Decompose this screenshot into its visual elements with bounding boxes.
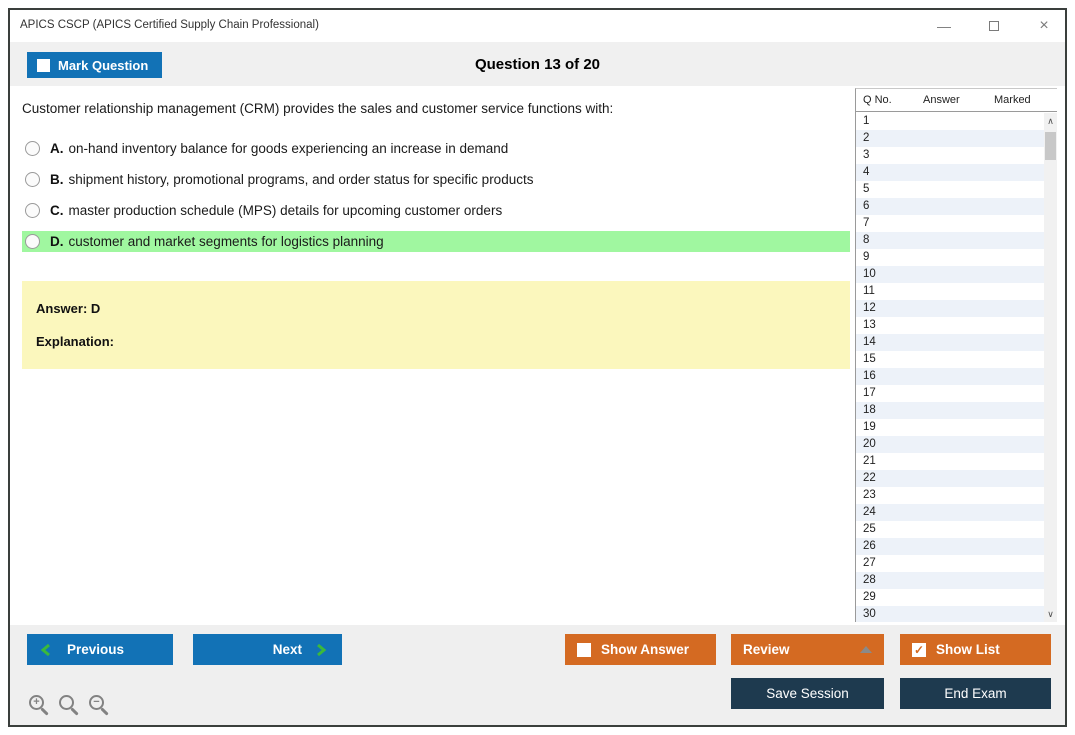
question-list-row[interactable]: 21	[856, 453, 1044, 470]
question-list-row[interactable]: 28	[856, 572, 1044, 589]
save-session-button[interactable]: Save Session	[731, 678, 884, 709]
question-list-row[interactable]: 6	[856, 198, 1044, 215]
show-list-button[interactable]: ✓ Show List	[900, 634, 1051, 665]
show-answer-label: Show Answer	[601, 642, 690, 657]
next-button[interactable]: Next	[193, 634, 342, 665]
header-qno: Q No.	[863, 94, 892, 106]
question-list-row[interactable]: 17	[856, 385, 1044, 402]
question-list-row[interactable]: 12	[856, 300, 1044, 317]
header-marked: Marked	[994, 94, 1031, 106]
question-list-row[interactable]: 7	[856, 215, 1044, 232]
footer-bar: Previous Next Show Answer Review ✓ Show …	[10, 625, 1065, 725]
question-list-row[interactable]: 10	[856, 266, 1044, 283]
maximize-icon[interactable]	[987, 19, 1001, 33]
end-exam-label: End Exam	[944, 686, 1007, 701]
window-title: APICS CSCP (APICS Certified Supply Chain…	[20, 19, 319, 31]
option-letter: D.	[50, 234, 64, 249]
radio-icon[interactable]	[25, 234, 40, 249]
app-window: APICS CSCP (APICS Certified Supply Chain…	[8, 8, 1067, 727]
chevron-right-icon	[317, 643, 326, 656]
scrollbar-thumb[interactable]	[1045, 132, 1056, 160]
chevron-left-icon	[41, 643, 50, 656]
option-text: on-hand inventory balance for goods expe…	[68, 141, 509, 156]
toolbar: Question 13 of 20 Mark Question	[10, 42, 1065, 86]
question-list-row[interactable]: 15	[856, 351, 1044, 368]
end-exam-button[interactable]: End Exam	[900, 678, 1051, 709]
zoom-tools: + −	[29, 695, 110, 716]
answer-box: Answer: D Explanation:	[22, 281, 850, 369]
option-letter: B.	[50, 172, 64, 187]
question-text: Customer relationship management (CRM) p…	[22, 101, 614, 116]
question-list-row[interactable]: 18	[856, 402, 1044, 419]
explanation-label: Explanation:	[36, 334, 115, 349]
radio-icon[interactable]	[25, 203, 40, 218]
zoom-in-icon[interactable]: +	[29, 695, 50, 716]
option-b[interactable]: B. shipment history, promotional programs…	[22, 169, 850, 190]
question-list-row[interactable]: 13	[856, 317, 1044, 334]
zoom-out-icon[interactable]: −	[89, 695, 110, 716]
question-list-row[interactable]: 24	[856, 504, 1044, 521]
question-list-row[interactable]: 9	[856, 249, 1044, 266]
chevron-up-icon	[860, 646, 872, 653]
scroll-down-icon[interactable]: ∨	[1044, 606, 1057, 622]
review-button[interactable]: Review	[731, 634, 884, 665]
question-list-row[interactable]: 4	[856, 164, 1044, 181]
option-text: master production schedule (MPS) details…	[68, 203, 503, 218]
question-list-header: Q No. Answer Marked	[856, 89, 1057, 112]
option-letter: C.	[50, 203, 64, 218]
screen: APICS CSCP (APICS Certified Supply Chain…	[0, 0, 1075, 735]
radio-icon[interactable]	[25, 172, 40, 187]
option-letter: A.	[50, 141, 64, 156]
question-list-row[interactable]: 19	[856, 419, 1044, 436]
question-list-row[interactable]: 29	[856, 589, 1044, 606]
question-list-row[interactable]: 3	[856, 147, 1044, 164]
minimize-icon[interactable]: —	[937, 18, 951, 34]
question-list-row[interactable]: 2	[856, 130, 1044, 147]
save-session-label: Save Session	[766, 686, 849, 701]
question-list-panel: Q No. Answer Marked 1 2 3 4 5 6 7 8 9 10 11 12 13 14 1…	[855, 88, 1057, 622]
options-list: A. on-hand inventory balance for goods ex…	[22, 138, 850, 262]
next-label: Next	[272, 642, 302, 657]
scroll-up-icon[interactable]: ∧	[1044, 113, 1057, 129]
header-answer: Answer	[923, 94, 960, 106]
review-label: Review	[743, 642, 790, 657]
show-list-label: Show List	[936, 642, 1000, 657]
mark-question-button[interactable]: Mark Question	[27, 52, 163, 78]
mark-question-label: Mark Question	[58, 57, 149, 73]
answer-label: Answer: D	[36, 301, 101, 316]
mark-question-checkbox-icon	[37, 58, 50, 72]
question-list-row[interactable]: 8	[856, 232, 1044, 249]
show-answer-button[interactable]: Show Answer	[565, 634, 716, 665]
question-list-scrollbar[interactable]: ∧ ∨	[1044, 113, 1057, 622]
question-list-row[interactable]: 27	[856, 555, 1044, 572]
question-list-row[interactable]: 26	[856, 538, 1044, 555]
question-counter: Question 13 of 20	[474, 55, 601, 73]
close-icon[interactable]: ×	[1037, 17, 1051, 34]
previous-label: Previous	[67, 642, 125, 657]
show-list-checkbox-icon: ✓	[912, 642, 926, 657]
show-answer-checkbox-icon	[577, 642, 591, 657]
question-list-row[interactable]: 22	[856, 470, 1044, 487]
content-area: Customer relationship management (CRM) p…	[10, 86, 1065, 625]
previous-button[interactable]: Previous	[27, 634, 173, 665]
option-c[interactable]: C. master production schedule (MPS) detai…	[22, 200, 850, 221]
question-list-row[interactable]: 25	[856, 521, 1044, 538]
option-d[interactable]: D. customer and market segments for logis…	[22, 231, 850, 252]
zoom-icon[interactable]	[59, 695, 80, 716]
window-controls: — ×	[937, 10, 1051, 42]
question-list-row[interactable]: 30	[856, 606, 1044, 622]
question-list-row[interactable]: 23	[856, 487, 1044, 504]
question-list-row[interactable]: 20	[856, 436, 1044, 453]
question-list-row[interactable]: 11	[856, 283, 1044, 300]
title-bar: APICS CSCP (APICS Certified Supply Chain…	[10, 10, 1065, 42]
option-text: shipment history, promotional programs, …	[68, 172, 534, 187]
option-a[interactable]: A. on-hand inventory balance for goods ex…	[22, 138, 850, 159]
question-list-row[interactable]: 1	[856, 113, 1044, 130]
option-text: customer and market segments for logisti…	[68, 234, 384, 249]
question-list-row[interactable]: 5	[856, 181, 1044, 198]
question-list-row[interactable]: 16	[856, 368, 1044, 385]
radio-icon[interactable]	[25, 141, 40, 156]
question-list-body: 1 2 3 4 5 6 7 8 9 10 11 12 13 14 15 16 17 18 19 20 21 22 23 24 2…	[856, 113, 1044, 622]
question-list-row[interactable]: 14	[856, 334, 1044, 351]
